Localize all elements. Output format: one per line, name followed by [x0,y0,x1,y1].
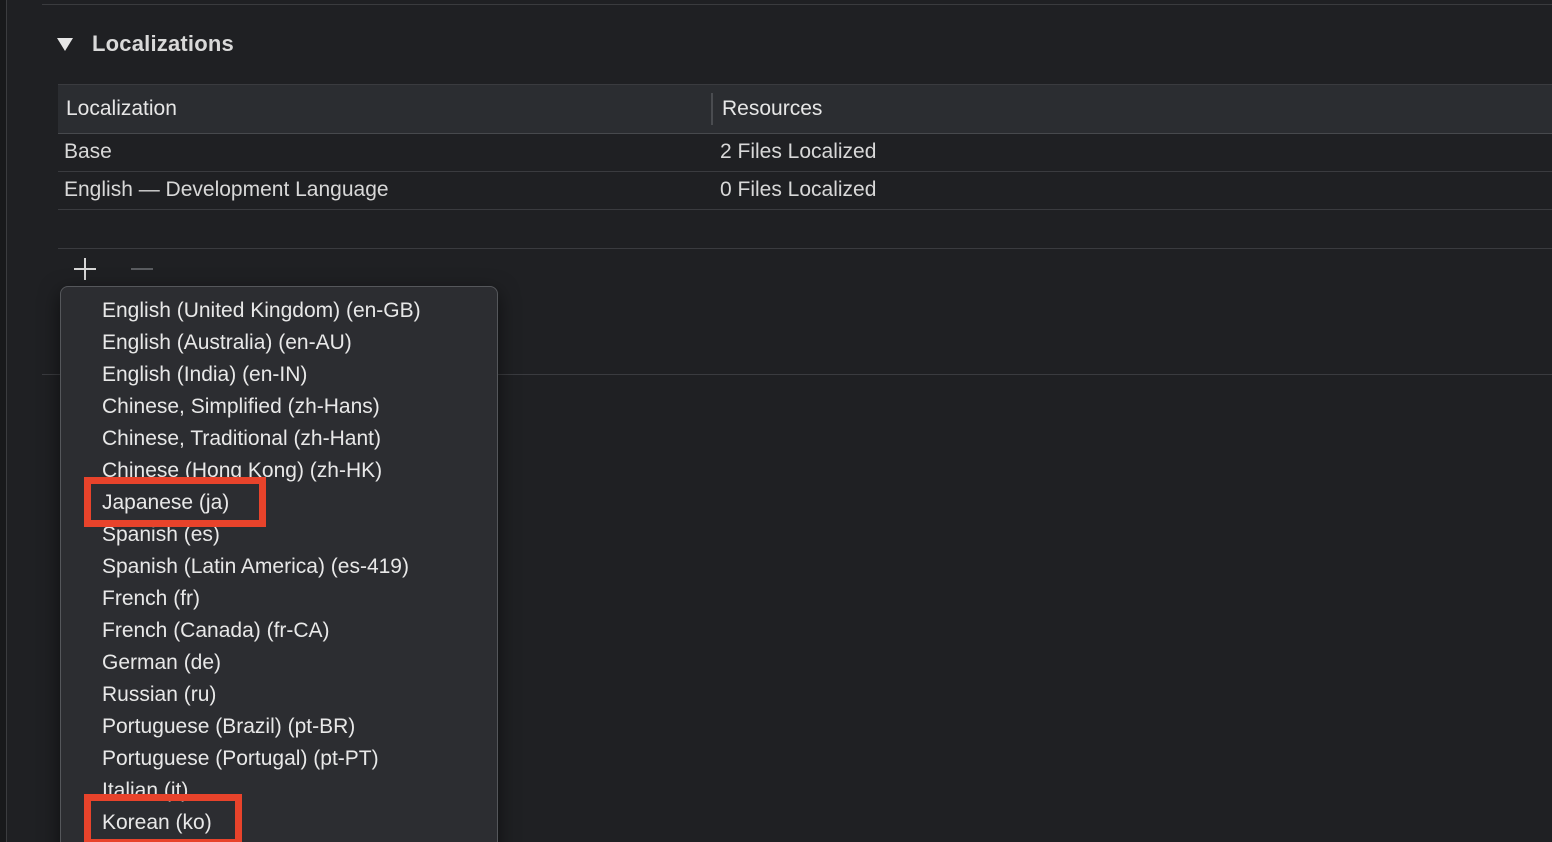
menu-item-pt-br[interactable]: Portuguese (Brazil) (pt-BR) [61,711,497,743]
menu-item-zh-hans[interactable]: Chinese, Simplified (zh-Hans) [61,391,497,423]
menu-item-en-gb[interactable]: English (United Kingdom) (en-GB) [61,295,497,327]
language-menu-list: English (United Kingdom) (en-GB) English… [61,287,497,839]
top-separator [42,4,1552,5]
add-localization-button[interactable] [70,254,100,284]
menu-item-en-au[interactable]: English (Australia) (en-AU) [61,327,497,359]
menu-item-de[interactable]: German (de) [61,647,497,679]
column-header-resources[interactable]: Resources [722,85,822,133]
table-bottom-separator [58,248,1552,249]
disclosure-triangle-down-icon[interactable] [56,35,74,53]
minus-icon [131,268,153,270]
column-header-localization[interactable]: Localization [66,85,177,133]
table-header: Localization Resources [58,84,1552,134]
resources-cell: 2 Files Localized [720,140,877,163]
section-title: Localizations [92,31,234,56]
menu-item-en-in[interactable]: English (India) (en-IN) [61,359,497,391]
left-edge-divider [0,0,7,842]
menu-item-zh-hant[interactable]: Chinese, Traditional (zh-Hant) [61,423,497,455]
localizations-table: Localization Resources Base 2 Files Loca… [58,84,1552,210]
menu-item-ja[interactable]: Japanese (ja) [61,487,497,519]
plus-icon [74,258,96,280]
localization-cell: Base [64,140,112,163]
menu-item-es[interactable]: Spanish (es) [61,519,497,551]
menu-item-ko[interactable]: Korean (ko) [61,807,497,839]
localizations-section-header[interactable]: Localizations [56,28,234,60]
table-row[interactable]: English — Development Language 0 Files L… [58,171,1552,210]
menu-item-ru[interactable]: Russian (ru) [61,679,497,711]
menu-item-fr[interactable]: French (fr) [61,583,497,615]
table-row[interactable]: Base 2 Files Localized [58,133,1552,172]
column-divider[interactable] [711,93,713,125]
menu-item-es-419[interactable]: Spanish (Latin America) (es-419) [61,551,497,583]
menu-item-fr-ca[interactable]: French (Canada) (fr-CA) [61,615,497,647]
remove-localization-button[interactable] [127,254,157,284]
xcode-project-info-pane: Localizations Localization Resources Bas… [0,0,1552,842]
menu-item-it[interactable]: Italian (it) [61,775,497,807]
resources-cell: 0 Files Localized [720,178,877,201]
language-popup-menu: English (United Kingdom) (en-GB) English… [60,286,498,842]
menu-item-zh-hk[interactable]: Chinese (Hong Kong) (zh-HK) [61,455,497,487]
menu-item-pt-pt[interactable]: Portuguese (Portugal) (pt-PT) [61,743,497,775]
localization-cell: English — Development Language [64,178,389,201]
